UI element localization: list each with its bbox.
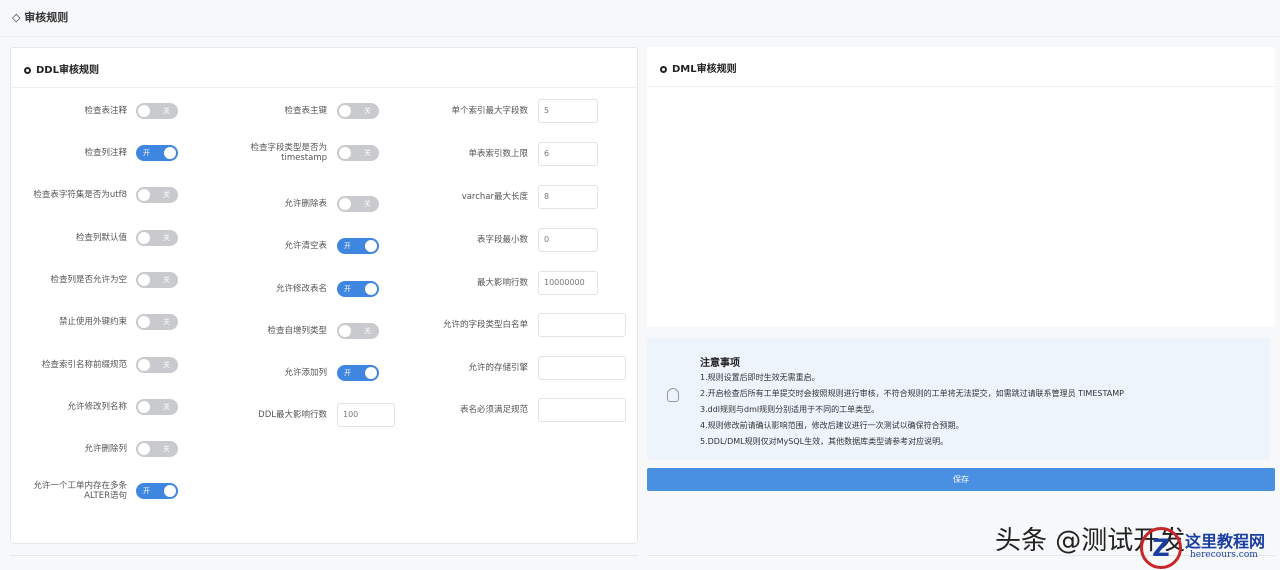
rule-label: 允许修改列名称 <box>67 402 127 412</box>
notice-title: 注意事项 <box>700 358 740 369</box>
rule-toggle[interactable]: 关 <box>136 187 178 203</box>
rule-label: 检查表字符集是否为utf8 <box>33 190 127 200</box>
rule-input[interactable]: 10000000 <box>538 271 598 295</box>
watermark-site: 这里教程网 <box>1185 532 1266 551</box>
rule-label: 表字段最小数 <box>476 235 528 245</box>
dml-card: DML审核规则 <box>647 47 1275 327</box>
rule-label: varchar最大长度 <box>461 192 528 202</box>
notice-line: 4.规则修改前请确认影响范围，修改后建议进行一次测试以确保符合预期。 <box>700 421 964 430</box>
page-title: ◇ 审核规则 <box>12 11 69 24</box>
rule-toggle[interactable]: 关 <box>136 357 178 373</box>
watermark-logo: Z <box>1140 527 1182 569</box>
rule-label: 检查表主键 <box>284 106 327 116</box>
rule-toggle[interactable]: 开 <box>337 281 379 297</box>
rule-input[interactable]: 0 <box>538 228 598 252</box>
rule-label: 检查自增列类型 <box>267 326 327 336</box>
notice-line: 1.规则设置后即时生效无需重启。 <box>700 373 820 382</box>
rule-toggle[interactable]: 关 <box>136 103 178 119</box>
rule-label: 单表索引数上限 <box>468 149 528 159</box>
notice-line: 5.DDL/DML规则仅对MySQL生效，其他数据库类型请参考对应说明。 <box>700 437 949 446</box>
rule-toggle[interactable]: 关 <box>337 196 379 212</box>
rule-toggle[interactable]: 关 <box>136 441 178 457</box>
rule-toggle[interactable]: 关 <box>337 145 379 161</box>
notice-line: 3.ddl规则与dml规则分别适用于不同的工单类型。 <box>700 405 880 414</box>
rule-input[interactable]: 100 <box>337 403 395 427</box>
rule-input[interactable] <box>538 313 626 337</box>
ddl-card-title: DDL审核规则 <box>24 61 99 76</box>
rule-label: 检查索引名称前缀规范 <box>41 360 127 370</box>
rule-label: 表名必须满足规范 <box>459 405 528 415</box>
rule-label: 允许清空表 <box>284 241 327 251</box>
rule-toggle[interactable]: 关 <box>337 103 379 119</box>
rule-input[interactable] <box>538 356 626 380</box>
rule-label: DDL最大影响行数 <box>258 410 327 420</box>
rule-label: 允许一个工单内存在多条ALTER语句 <box>33 481 127 501</box>
rule-label: 检查列注释 <box>84 148 127 158</box>
rule-label: 允许删除表 <box>284 199 327 209</box>
notice-line: 2.开启检查后所有工单提交时会按照规则进行审核，不符合规则的工单将无法提交，如需… <box>700 389 1124 398</box>
rule-icon: ◇ <box>12 11 25 24</box>
rule-label: 最大影响行数 <box>476 278 528 288</box>
rule-label: 允许修改表名 <box>275 284 327 294</box>
rule-label: 检查列默认值 <box>75 233 127 243</box>
rule-label: 单个索引最大字段数 <box>451 106 528 116</box>
save-button[interactable]: 保存 <box>647 468 1275 491</box>
rule-input[interactable]: 8 <box>538 185 598 209</box>
rule-label: 允许的字段类型白名单 <box>442 320 528 330</box>
watermark-url: herecours.com <box>1190 550 1258 560</box>
notice-box: 注意事项 1.规则设置后即时生效无需重启。 2.开启检查后所有工单提交时会按照规… <box>647 338 1270 460</box>
rule-input[interactable]: 5 <box>538 99 598 123</box>
rule-toggle[interactable]: 关 <box>136 399 178 415</box>
rule-label: 禁止使用外键约束 <box>58 317 127 327</box>
rule-label: 检查列是否允许为空 <box>50 275 127 285</box>
rule-label: 检查表注释 <box>84 106 127 116</box>
rule-toggle[interactable]: 关 <box>136 230 178 246</box>
rule-toggle[interactable]: 关 <box>337 323 379 339</box>
lightbulb-icon <box>667 388 679 402</box>
rule-input[interactable]: 6 <box>538 142 598 166</box>
rule-toggle[interactable]: 关 <box>136 272 178 288</box>
rule-label: 允许删除列 <box>84 444 127 454</box>
rule-toggle[interactable]: 开 <box>337 365 379 381</box>
divider <box>0 36 1280 37</box>
rule-toggle[interactable]: 开 <box>136 483 178 499</box>
rule-toggle[interactable]: 开 <box>337 238 379 254</box>
rule-input[interactable] <box>538 398 626 422</box>
rule-toggle[interactable]: 关 <box>136 314 178 330</box>
dml-card-title: DML审核规则 <box>660 60 737 75</box>
rule-label: 允许的存储引擎 <box>468 363 528 373</box>
rule-label: 允许添加列 <box>284 368 327 378</box>
rule-label: 检查字段类型是否为timestamp <box>250 143 327 163</box>
rule-toggle[interactable]: 开 <box>136 145 178 161</box>
